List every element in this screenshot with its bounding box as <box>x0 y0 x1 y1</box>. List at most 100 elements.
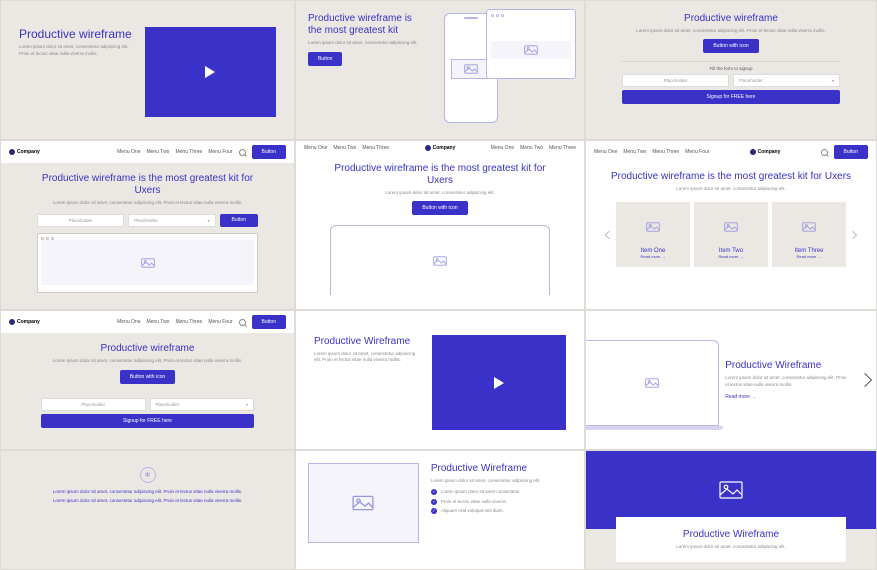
bullet: Aliquam erat volutpat sed diam. <box>441 508 504 514</box>
nav-link[interactable]: Menu Two <box>146 149 169 155</box>
input-1[interactable]: Placeholder <box>622 74 729 87</box>
search-icon[interactable] <box>821 149 828 156</box>
subtitle: Lorem ipsum dolor sit amet, consectetur … <box>628 544 834 550</box>
nav-button[interactable]: Button <box>252 145 286 159</box>
card-link[interactable]: Read more → <box>624 254 682 259</box>
wf-nav-signup-2: Company Menu One Menu Two Menu Three Men… <box>0 310 295 450</box>
wf-feature-list: Productive Wireframe Lorem ipsum dolor s… <box>295 450 585 570</box>
nav-link[interactable]: Menu Two <box>623 149 646 155</box>
wf-hero-signup: Productive wireframe Lorem ipsum dolor s… <box>585 0 877 140</box>
browser-frame <box>37 233 258 293</box>
next-icon[interactable] <box>849 231 857 239</box>
subtitle: Lorem ipsum dolor sit amet, consectetur … <box>308 40 422 46</box>
nav-link[interactable]: Menu Three <box>175 319 202 325</box>
subtitle: Lorem ipsum dolor sit amet, consectetur … <box>19 44 135 57</box>
laptop-mockup <box>330 225 550 295</box>
nav-menu: Menu One Menu Two Menu Three Menu Four <box>594 149 709 155</box>
subtitle: Lorem ipsum dolor sit amet, consectetur … <box>622 28 840 34</box>
next-icon[interactable] <box>858 373 872 387</box>
nav-link[interactable]: Menu Three <box>362 145 389 151</box>
logo-icon <box>750 149 756 155</box>
footer-text: Lorem ipsum dolor sit amet, consectetur … <box>31 489 264 495</box>
logo[interactable]: Company <box>9 319 40 325</box>
wf-hero-devices: Productive wireframe is the most greates… <box>295 0 585 140</box>
bullet: Proin et lectus vitae nulla viverra. <box>441 499 507 505</box>
input-1[interactable]: Placeholder <box>41 398 146 411</box>
wf-nav-laptop: Menu One Menu Two Menu Three Company Men… <box>295 140 585 310</box>
nav-link[interactable]: Menu Three <box>549 145 576 151</box>
select-1[interactable]: Placeholder▾ <box>128 214 215 227</box>
navbar: Menu One Menu Two Menu Three Company Men… <box>296 141 584 155</box>
video-placeholder[interactable] <box>432 335 566 430</box>
subtitle: Lorem ipsum dolor sit amet, consectetur … <box>37 200 258 206</box>
subtitle: Lorem ipsum dolor sit amet, consectetur … <box>326 190 554 196</box>
signup-button[interactable]: Signup for FREE here <box>41 414 254 428</box>
nav-link[interactable]: Menu Two <box>333 145 356 151</box>
image-icon <box>719 481 743 499</box>
video-placeholder[interactable] <box>145 27 276 117</box>
nav-link[interactable]: Menu Four <box>685 149 709 155</box>
nav-link[interactable]: Menu One <box>594 149 617 155</box>
cta-button[interactable]: Button <box>308 52 342 66</box>
nav-link[interactable]: Menu One <box>117 319 140 325</box>
title: Productive wireframe <box>41 343 254 355</box>
nav-button[interactable]: Button <box>834 145 868 159</box>
logo[interactable]: Company <box>750 149 781 155</box>
subtitle: Lorem ipsum dolor sit amet, consectetur … <box>41 358 254 364</box>
card[interactable]: Item Two Read more → <box>694 202 768 267</box>
nav-link[interactable]: Menu Two <box>146 319 169 325</box>
nav-link[interactable]: Menu Four <box>208 319 232 325</box>
select-1[interactable]: Placeholder▾ <box>150 398 255 411</box>
cta-button[interactable]: Button with icon <box>412 201 467 215</box>
nav-button[interactable]: Button <box>252 315 286 329</box>
nav-link[interactable]: Menu One <box>491 145 514 151</box>
title: Productive wireframe is the most greates… <box>606 171 856 183</box>
play-icon <box>205 66 215 78</box>
read-more-link[interactable]: Read more → <box>725 394 848 400</box>
subtitle: Lorem ipsum dolor sit amet, consectetur … <box>431 478 572 484</box>
nav-link[interactable]: Menu One <box>304 145 327 151</box>
wf-hero-video-left: Productive wireframe Lorem ipsum dolor s… <box>0 0 295 140</box>
card-link[interactable]: Read more → <box>780 254 838 259</box>
logo[interactable]: Company <box>425 145 456 151</box>
title: Productive wireframe is the most greates… <box>308 13 422 37</box>
card[interactable]: Item One Read more → <box>616 202 690 267</box>
logo[interactable]: Company <box>9 149 40 155</box>
title: Productive Wireframe <box>628 529 834 541</box>
wf-split-video: Productive Wireframe Lorem ipsum dolor s… <box>295 310 585 450</box>
nav-link[interactable]: Menu Three <box>652 149 679 155</box>
nav-menu: Menu One Menu Two Menu Three Menu Four <box>117 149 232 155</box>
input-1[interactable]: Placeholder <box>37 214 124 227</box>
search-icon[interactable] <box>239 319 246 326</box>
nav-menu: Menu One Menu Two Menu Three Menu Four <box>117 319 232 325</box>
title: Productive Wireframe <box>431 463 572 475</box>
nav-link[interactable]: Menu One <box>117 149 140 155</box>
nav-menu: Menu One Menu Two Menu Three <box>304 145 389 151</box>
title: Productive wireframe <box>19 27 135 41</box>
card-link[interactable]: Read more → <box>702 254 760 259</box>
nav-link[interactable]: Menu Four <box>208 149 232 155</box>
submit-button[interactable]: Button <box>220 214 258 227</box>
navbar: Company Menu One Menu Two Menu Three Men… <box>1 141 294 163</box>
select-1[interactable]: Placeholder▾ <box>733 74 840 87</box>
check-icon: ✓ <box>431 499 437 505</box>
logo-icon <box>425 145 431 151</box>
title: Productive wireframe is the most greates… <box>326 163 554 187</box>
card[interactable]: Item Three Read more → <box>772 202 846 267</box>
signup-button[interactable]: Signup for FREE here <box>622 90 840 104</box>
subtitle: Lorem ipsum dolor sit amet, consectetur … <box>314 351 420 364</box>
nav-menu-r: Menu One Menu Two Menu Three <box>491 145 576 151</box>
gear-icon: ✻ <box>140 467 156 483</box>
navbar: Menu One Menu Two Menu Three Menu Four C… <box>586 141 876 163</box>
check-icon: ✓ <box>431 508 437 514</box>
cta-button[interactable]: Button with icon <box>703 39 758 53</box>
nav-link[interactable]: Menu Two <box>520 145 543 151</box>
subtitle: Lorem ipsum dolor sit amet, consectetur … <box>725 375 848 388</box>
nav-link[interactable]: Menu Three <box>175 149 202 155</box>
bullet: Lorem ipsum dolor sit amet consectetur. <box>441 489 521 495</box>
title: Productive wireframe is the most greates… <box>37 173 258 197</box>
search-icon[interactable] <box>239 149 246 156</box>
cta-button[interactable]: Button with icon <box>120 370 175 384</box>
prev-icon[interactable] <box>605 231 613 239</box>
title: Productive Wireframe <box>725 360 848 372</box>
